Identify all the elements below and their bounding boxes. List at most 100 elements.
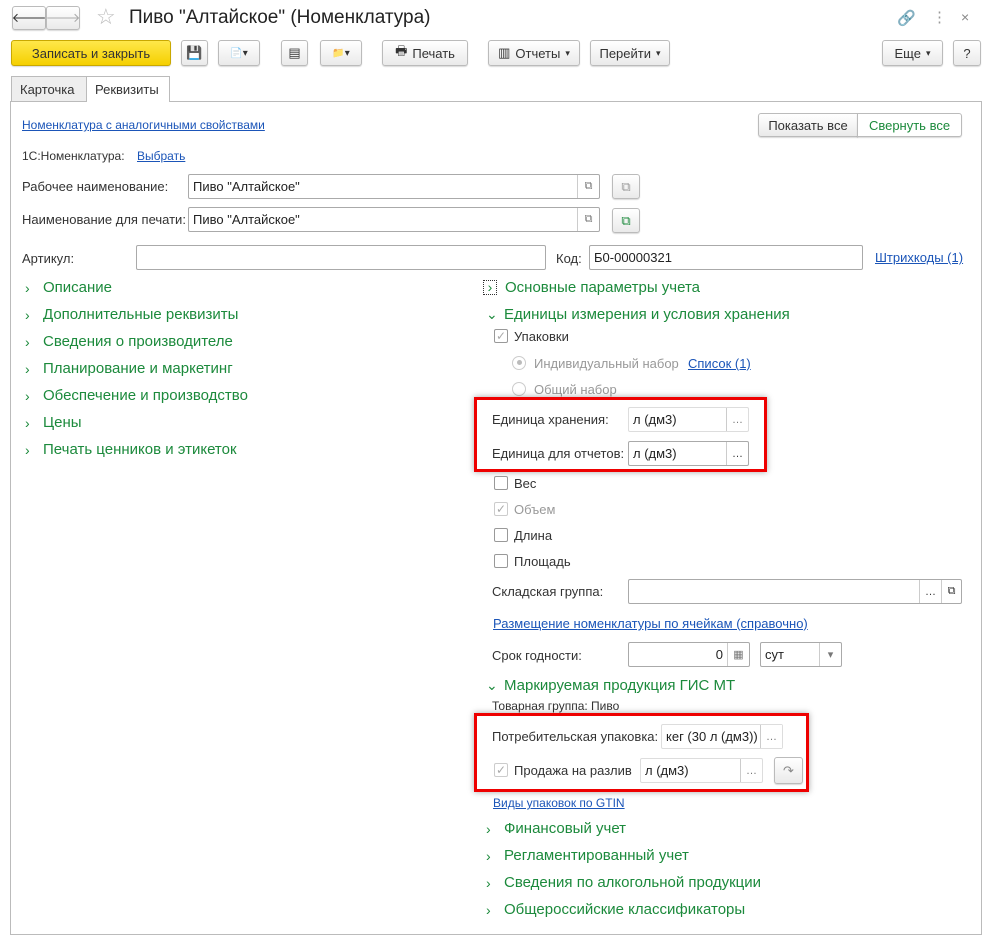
section-basic-params[interactable]: › Основные параметры учета <box>483 279 700 296</box>
article-input[interactable] <box>136 245 546 270</box>
section-labels[interactable]: › Печать ценников и этикеток <box>25 441 237 458</box>
weight-checkbox[interactable] <box>494 476 508 490</box>
section-planning[interactable]: › Планирование и маркетинг <box>25 360 233 377</box>
chevron-right-icon: › <box>25 441 30 458</box>
section-prices[interactable]: › Цены <box>25 414 82 431</box>
more-menu-icon[interactable]: ⋮ <box>932 8 947 26</box>
chevron-right-icon: › <box>25 279 30 296</box>
section-manufacturer[interactable]: › Сведения о производителе <box>25 333 233 350</box>
area-checkbox[interactable] <box>494 554 508 568</box>
draft-unit-input[interactable]: л (дм3)… <box>640 758 763 783</box>
code-input[interactable]: Б0-00000321 <box>589 245 863 270</box>
chevron-right-icon: › <box>486 901 491 918</box>
common-set-radio[interactable] <box>512 382 526 396</box>
select-link[interactable]: Выбрать <box>137 149 185 163</box>
section-alcohol[interactable]: › Сведения по алкогольной продукции <box>486 874 761 891</box>
select-button[interactable]: … <box>760 725 782 748</box>
copy-print-name-button[interactable]: ⧉ <box>612 208 640 233</box>
section-financial[interactable]: › Финансовый учет <box>486 820 626 837</box>
chevron-right-icon: › <box>486 847 491 864</box>
nomenclature-label: 1С:Номенклатура: <box>22 149 125 163</box>
chevron-right-icon: › <box>25 360 30 377</box>
open-icon[interactable]: ⧉ <box>941 580 961 603</box>
section-description[interactable]: › Описание <box>25 279 112 296</box>
goto-button[interactable]: Перейти ▾ <box>590 40 670 66</box>
gtin-packages-link[interactable]: Виды упаковок по GTIN <box>493 796 625 810</box>
draft-sale-checkbox[interactable]: ✓ <box>494 763 508 777</box>
volume-checkbox[interactable]: ✓ <box>494 502 508 516</box>
draft-sale-label: Продажа на разлив <box>514 763 632 778</box>
shelf-life-label: Срок годности: <box>492 648 582 663</box>
section-units[interactable]: ⌄ Единицы измерения и условия хранения <box>486 306 790 323</box>
common-set-label: Общий набор <box>534 382 617 397</box>
shelf-unit-select[interactable]: сут ▾ <box>760 642 842 667</box>
show-all-button[interactable]: Показать все <box>758 113 858 137</box>
consumer-pack-label: Потребительская упаковка: <box>492 729 659 744</box>
print-button[interactable]: 🖶 Печать <box>382 40 468 66</box>
more-button[interactable]: Еще ▾ <box>882 40 943 66</box>
printer-icon: 🖶 <box>395 43 408 58</box>
code-label: Код: <box>556 251 582 266</box>
length-checkbox[interactable] <box>494 528 508 542</box>
select-button[interactable]: … <box>726 408 748 431</box>
chevron-right-icon: › <box>486 820 491 837</box>
tab-card[interactable]: Карточка <box>11 76 87 101</box>
list-link[interactable]: Список (1) <box>688 356 751 371</box>
back-button[interactable]: 🡐 <box>12 6 46 30</box>
individual-set-radio[interactable] <box>512 356 526 370</box>
section-additional[interactable]: › Дополнительные реквизиты <box>25 306 238 323</box>
redo-arrow-button[interactable]: ↷ <box>774 757 803 784</box>
report-icon: ▥ <box>498 45 511 60</box>
collapse-all-button[interactable]: Свернуть все <box>857 113 962 137</box>
open-icon[interactable]: ⧉ <box>577 208 599 231</box>
storage-unit-label: Единица хранения: <box>492 412 609 427</box>
reports-button[interactable]: ▥ Отчеты ▾ <box>488 40 580 66</box>
forward-button[interactable]: 🡒 <box>46 6 80 30</box>
barcodes-link[interactable]: Штрихкоды (1) <box>875 250 963 265</box>
similar-items-link[interactable]: Номенклатура с аналогичными свойствами <box>22 118 265 132</box>
report-unit-label: Единица для отчетов: <box>492 446 625 461</box>
consumer-pack-input[interactable]: кег (30 л (дм3))… <box>661 724 783 749</box>
packages-label: Упаковки <box>514 329 569 344</box>
print-name-label: Наименование для печати: <box>22 212 186 227</box>
shelf-life-input[interactable]: 0 ▦ <box>628 642 750 667</box>
chevron-right-icon: › <box>25 414 30 431</box>
packages-checkbox[interactable]: ✓ <box>494 329 508 343</box>
link-icon[interactable]: 🔗 <box>897 9 916 27</box>
list-icon[interactable]: ▤ <box>281 40 308 66</box>
copy-name-button[interactable]: ⧉ <box>612 174 640 199</box>
warehouse-group-input[interactable]: … ⧉ <box>628 579 962 604</box>
chevron-down-icon: ⌄ <box>486 306 498 322</box>
open-icon[interactable]: ⧉ <box>577 175 599 198</box>
select-button[interactable]: … <box>740 759 762 782</box>
tab-requisites[interactable]: Реквизиты <box>86 76 170 102</box>
dropdown-arrow-icon[interactable]: ▾ <box>819 643 841 666</box>
section-supply[interactable]: › Обеспечение и производство <box>25 387 248 404</box>
individual-set-label: Индивидуальный набор <box>534 356 679 371</box>
chevron-right-icon: › <box>25 333 30 350</box>
chevron-right-icon: › <box>25 306 30 323</box>
warehouse-group-label: Складская группа: <box>492 584 604 599</box>
chevron-right-icon: › <box>483 280 497 295</box>
storage-unit-input[interactable]: л (дм3)… <box>628 407 749 432</box>
volume-label: Объем <box>514 502 556 517</box>
close-icon[interactable]: × <box>961 9 969 25</box>
print-name-input[interactable]: Пиво "Алтайское" ⧉ <box>188 207 600 232</box>
favorite-star-icon[interactable]: ☆ <box>96 4 116 30</box>
help-button[interactable]: ? <box>953 40 981 66</box>
select-button[interactable]: … <box>919 580 941 603</box>
create-based-on-button[interactable]: 📄▾ <box>218 40 260 66</box>
attach-file-button[interactable]: 📁▾ <box>320 40 362 66</box>
chevron-right-icon: › <box>486 874 491 891</box>
save-and-close-button[interactable]: Записать и закрыть <box>11 40 171 66</box>
window-title: Пиво "Алтайское" (Номенклатура) <box>129 7 431 28</box>
section-regulated[interactable]: › Регламентированный учет <box>486 847 689 864</box>
placement-link[interactable]: Размещение номенклатуры по ячейкам (спра… <box>493 616 808 631</box>
select-button[interactable]: … <box>726 442 748 465</box>
calculator-icon[interactable]: ▦ <box>727 643 749 666</box>
section-classifiers[interactable]: › Общероссийские классификаторы <box>486 901 745 918</box>
work-name-input[interactable]: Пиво "Алтайское" ⧉ <box>188 174 600 199</box>
report-unit-input[interactable]: л (дм3)… <box>628 441 749 466</box>
save-icon[interactable]: 💾 <box>181 40 208 66</box>
section-marking[interactable]: ⌄ Маркируемая продукция ГИС МТ <box>486 677 735 694</box>
